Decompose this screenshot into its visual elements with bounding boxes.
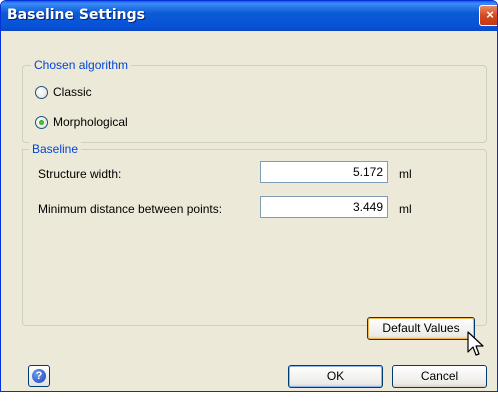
minimum-distance-input[interactable]: [260, 196, 388, 218]
radio-morphological[interactable]: Morphological: [35, 115, 128, 129]
default-values-button[interactable]: Default Values: [367, 317, 475, 340]
radio-morphological-button[interactable]: [35, 115, 48, 129]
ok-button[interactable]: OK: [288, 365, 383, 388]
radio-classic-button[interactable]: [35, 85, 48, 99]
close-icon[interactable]: ×: [479, 5, 497, 26]
radio-morphological-label: Morphological: [53, 115, 128, 129]
baseline-group-label: Baseline: [29, 142, 82, 156]
cancel-button[interactable]: Cancel: [392, 365, 487, 388]
minimum-distance-unit: ml: [399, 202, 412, 216]
chosen-algorithm-label: Chosen algorithm: [31, 58, 132, 72]
radio-classic[interactable]: Classic: [35, 85, 92, 99]
structure-width-input[interactable]: [260, 161, 388, 183]
minimum-distance-label: Minimum distance between points:: [38, 202, 223, 216]
baseline-settings-dialog: Baseline Settings × Chosen algorithm Cla…: [0, 0, 498, 392]
chosen-algorithm-group: Chosen algorithm: [22, 58, 487, 143]
radio-classic-label: Classic: [53, 85, 92, 99]
structure-width-label: Structure width:: [38, 167, 122, 181]
help-button[interactable]: ?: [28, 365, 50, 387]
help-icon: ?: [32, 369, 46, 383]
structure-width-unit: ml: [399, 167, 412, 181]
title-bar[interactable]: Baseline Settings ×: [1, 1, 497, 31]
window-title: Baseline Settings: [7, 7, 145, 23]
mouse-pointer-icon: [467, 331, 484, 356]
